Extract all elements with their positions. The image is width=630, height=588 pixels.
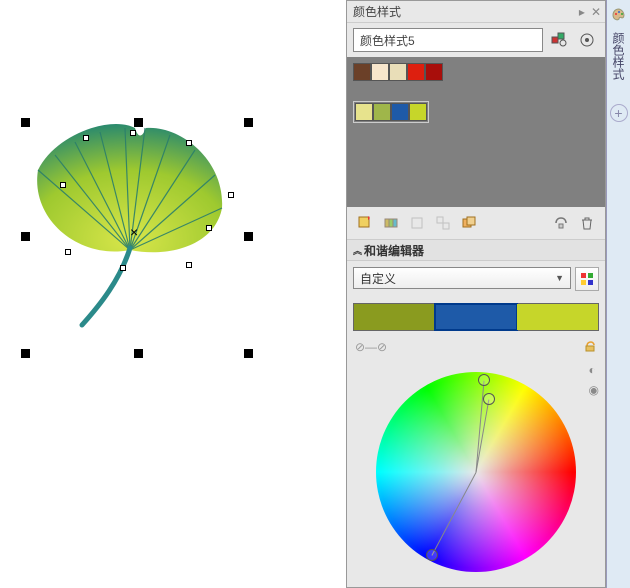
harmony-section-header[interactable]: ︽ 和谐编辑器 (347, 239, 605, 261)
preview-icon[interactable] (547, 28, 571, 52)
node-handle[interactable] (65, 249, 71, 255)
wheel-mode-2-icon[interactable]: ◉ (589, 383, 599, 397)
panel-title-bar[interactable]: 颜色样式 ▸ ✕ (347, 1, 605, 23)
edit-icon[interactable] (405, 211, 429, 235)
color-wheel[interactable]: ◐ ◉ (347, 357, 605, 587)
harmony-picker-icon[interactable] (575, 267, 599, 291)
wheel-mode-1-icon[interactable]: ◐ (589, 363, 599, 377)
swatch-list[interactable] (347, 57, 605, 207)
color-swatch[interactable] (389, 63, 407, 81)
color-swatch[interactable] (371, 63, 389, 81)
select-unused-icon[interactable] (549, 211, 573, 235)
wheel-marker[interactable] (426, 549, 438, 561)
docked-tab[interactable]: 颜色样式 + (606, 0, 630, 588)
node-handle[interactable] (130, 130, 136, 136)
node-handle[interactable] (206, 225, 212, 231)
selection-handle[interactable] (134, 118, 143, 127)
selection-handle[interactable] (244, 232, 253, 241)
action-toolbar (347, 207, 605, 239)
leaf-artwork[interactable] (20, 110, 240, 330)
node-handle[interactable] (186, 140, 192, 146)
harmony-swatch[interactable] (517, 304, 598, 330)
eyedropper-icon[interactable] (575, 28, 599, 52)
node-handle[interactable] (120, 265, 126, 271)
chevron-down-icon: ▼ (555, 273, 564, 283)
selection-handle[interactable] (21, 118, 30, 127)
color-swatch[interactable] (407, 63, 425, 81)
harmony-swatch-bar[interactable] (353, 303, 599, 331)
harmony-title: 和谐编辑器 (364, 242, 424, 259)
harmony-swatch[interactable] (435, 304, 516, 330)
color-swatch[interactable] (355, 103, 373, 121)
new-harmony-button[interactable] (379, 211, 403, 235)
selection-center: × (130, 224, 138, 240)
selection-handle[interactable] (244, 118, 253, 127)
selection-handle[interactable] (21, 349, 30, 358)
docked-tab-label: 颜色样式 (610, 32, 627, 80)
lock-icon[interactable] (583, 339, 597, 356)
merge-icon[interactable] (457, 211, 481, 235)
palette-icon[interactable] (610, 6, 628, 24)
color-styles-panel: 颜色样式 ▸ ✕ ︽ 和谐编辑器 自定义 ▼ ⊘—⊘ (346, 0, 606, 588)
node-handle[interactable] (60, 182, 66, 188)
harmony-type-dropdown[interactable]: 自定义 ▼ (353, 267, 571, 289)
color-swatch[interactable] (409, 103, 427, 121)
wheel-marker[interactable] (483, 393, 495, 405)
new-color-style-button[interactable] (353, 211, 377, 235)
delete-icon[interactable] (575, 211, 599, 235)
collapse-icon[interactable]: ︽ (353, 244, 360, 257)
selection-handle[interactable] (21, 232, 30, 241)
selection-handle[interactable] (134, 349, 143, 358)
node-handle[interactable] (83, 135, 89, 141)
node-handle[interactable] (186, 262, 192, 268)
node-handle[interactable] (228, 192, 234, 198)
link-icon[interactable]: ⊘—⊘ (355, 340, 387, 354)
color-swatch[interactable] (425, 63, 443, 81)
selection-handle[interactable] (244, 349, 253, 358)
panel-menu-icon[interactable]: ▸ (579, 5, 585, 19)
color-swatch[interactable] (353, 63, 371, 81)
color-swatch[interactable] (373, 103, 391, 121)
harmony-type-value: 自定义 (360, 270, 396, 287)
convert-icon[interactable] (431, 211, 455, 235)
panel-title: 颜色样式 (353, 3, 401, 20)
harmony-swatch[interactable] (354, 304, 435, 330)
add-panel-icon[interactable]: + (610, 104, 628, 122)
wheel-marker[interactable] (478, 374, 490, 386)
color-swatch[interactable] (391, 103, 409, 121)
canvas[interactable]: × (0, 0, 346, 588)
style-name-input[interactable] (353, 28, 543, 52)
panel-close-icon[interactable]: ✕ (591, 5, 601, 19)
